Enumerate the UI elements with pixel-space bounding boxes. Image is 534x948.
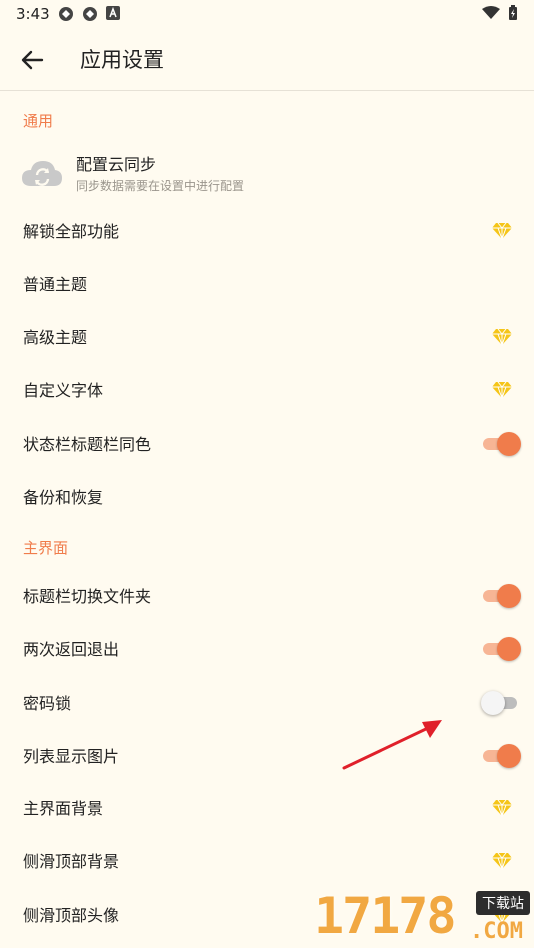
premium-diamond-icon — [492, 222, 512, 241]
premium-theme-label: 高级主题 — [23, 328, 88, 347]
sync-notification-icon — [59, 7, 73, 21]
page-title: 应用设置 — [80, 48, 164, 72]
drawer-top-avatar-label: 侧滑顶部头像 — [23, 906, 120, 925]
cloud-sync-icon — [22, 161, 62, 186]
double-back-exit-label: 两次返回退出 — [23, 640, 120, 659]
section-header-general: 通用 — [23, 112, 54, 130]
custom-font-label: 自定义字体 — [23, 381, 104, 400]
backup-restore-row[interactable]: 备份和恢复 — [0, 470, 534, 523]
system-icons — [482, 5, 518, 21]
section-header-main-ui: 主界面 — [23, 539, 69, 557]
toggle-thumb — [497, 432, 521, 456]
titlebar-switch-folder-label: 标题栏切换文件夹 — [23, 587, 152, 606]
status-bar: 3:43 — [0, 0, 534, 28]
statusbar-same-color-row[interactable]: 状态栏标题栏同色 — [0, 417, 534, 470]
custom-font-row[interactable]: 自定义字体 — [0, 363, 534, 416]
premium-diamond-icon — [492, 852, 512, 871]
drawer-top-avatar-row[interactable]: 侧滑顶部头像 — [0, 888, 534, 941]
unlock-all-label: 解锁全部功能 — [23, 222, 120, 241]
premium-diamond-icon — [492, 799, 512, 818]
normal-theme-label: 普通主题 — [23, 275, 88, 294]
toggle-thumb — [497, 637, 521, 661]
backup-restore-label: 备份和恢复 — [23, 488, 104, 507]
list-show-image-label: 列表显示图片 — [23, 747, 120, 766]
statusbar-same-color-label: 状态栏标题栏同色 — [23, 435, 152, 454]
cloud-sync-title: 配置云同步 — [76, 155, 157, 174]
statusbar-same-color-toggle[interactable] — [481, 432, 521, 456]
toggle-thumb — [497, 584, 521, 608]
password-lock-label: 密码锁 — [23, 694, 72, 713]
drawer-top-background-row[interactable]: 侧滑顶部背景 — [0, 834, 534, 887]
main-background-row[interactable]: 主界面背景 — [0, 781, 534, 834]
sync-notification-icon-2 — [83, 7, 97, 21]
premium-theme-row[interactable]: 高级主题 — [0, 310, 534, 363]
premium-diamond-icon — [492, 328, 512, 347]
battery-icon — [509, 5, 517, 20]
toggle-thumb — [497, 744, 521, 768]
app-a-icon — [106, 6, 120, 20]
premium-diamond-icon — [492, 381, 512, 400]
double-back-exit-toggle[interactable] — [481, 637, 521, 661]
titlebar-switch-folder-row[interactable]: 标题栏切换文件夹 — [0, 569, 534, 622]
cloud-sync-row[interactable]: 配置云同步 同步数据需要在设置中进行配置 — [0, 145, 534, 205]
password-lock-row[interactable]: 密码锁 — [0, 676, 534, 729]
toggle-thumb — [481, 691, 505, 715]
status-time: 3:43 — [16, 5, 50, 23]
titlebar-switch-folder-toggle[interactable] — [481, 584, 521, 608]
double-back-exit-row[interactable]: 两次返回退出 — [0, 622, 534, 675]
drawer-top-background-label: 侧滑顶部背景 — [23, 852, 120, 871]
unlock-all-row[interactable]: 解锁全部功能 — [0, 204, 534, 257]
wifi-icon — [482, 6, 500, 19]
password-lock-toggle[interactable] — [481, 691, 521, 715]
premium-diamond-icon — [492, 906, 512, 925]
app-bar: 应用设置 — [0, 28, 534, 91]
list-show-image-row[interactable]: 列表显示图片 — [0, 729, 534, 782]
list-show-image-toggle[interactable] — [481, 744, 521, 768]
main-background-label: 主界面背景 — [23, 799, 104, 818]
back-arrow-icon[interactable] — [18, 46, 46, 74]
normal-theme-row[interactable]: 普通主题 — [0, 257, 534, 310]
cloud-sync-subtitle: 同步数据需要在设置中进行配置 — [76, 179, 245, 193]
notification-icons — [58, 6, 120, 22]
